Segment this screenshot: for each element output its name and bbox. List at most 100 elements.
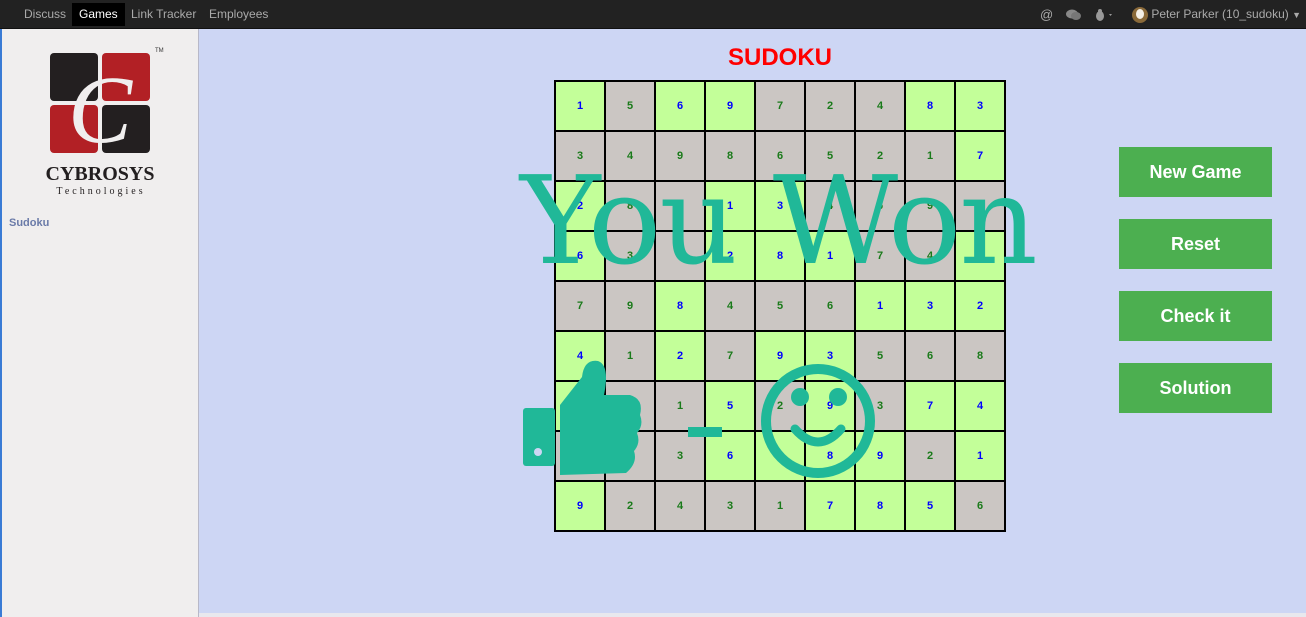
sudoku-cell[interactable]: 1 — [605, 331, 655, 381]
sudoku-cell: 9 — [805, 381, 855, 431]
sudoku-cell[interactable]: 9 — [905, 181, 955, 231]
sidebar-item-sudoku[interactable]: Sudoku — [9, 217, 49, 229]
sudoku-cell[interactable]: 5 — [955, 181, 1005, 231]
sudoku-cell[interactable]: 5 — [755, 281, 805, 331]
sudoku-cell[interactable]: 4 — [905, 231, 955, 281]
sudoku-cell[interactable]: 2 — [805, 81, 855, 131]
sudoku-cell[interactable]: 8 — [705, 131, 755, 181]
new-game-button[interactable]: New Game — [1119, 147, 1272, 197]
sidebar: C TM CYBROSYS Technologies Sudoku — [0, 29, 199, 617]
sudoku-cell[interactable]: 7 — [705, 331, 755, 381]
sudoku-cell[interactable]: 5 — [855, 331, 905, 381]
sudoku-cell: 8 — [805, 431, 855, 481]
sudoku-cell[interactable]: 5 — [605, 81, 655, 131]
sudoku-cell: 7 — [805, 481, 855, 531]
sudoku-cell[interactable]: 6 — [855, 181, 905, 231]
sudoku-cell: 3 — [755, 181, 805, 231]
sudoku-cell[interactable]: 4 — [655, 481, 705, 531]
sudoku-cell: 8 — [855, 481, 905, 531]
sudoku-cell: 3 — [955, 81, 1005, 131]
sudoku-cell[interactable]: 3 — [605, 231, 655, 281]
sudoku-cell[interactable]: 3 — [655, 431, 705, 481]
sudoku-cell[interactable]: 1 — [755, 481, 805, 531]
svg-text:TM: TM — [155, 48, 164, 54]
sudoku-cell: 6 — [655, 81, 705, 131]
sudoku-cell: 4 — [555, 331, 605, 381]
sudoku-cell: 2 — [655, 331, 705, 381]
sudoku-cell[interactable]: 5 — [655, 231, 705, 281]
sudoku-cell[interactable]: 3 — [705, 481, 755, 531]
sudoku-cell[interactable]: 9 — [605, 281, 655, 331]
nav-link-tracker[interactable]: Link Tracker — [124, 3, 203, 26]
sudoku-cell[interactable]: 2 — [855, 131, 905, 181]
sudoku-cell[interactable]: 7 — [855, 231, 905, 281]
sudoku-cell: 8 — [755, 231, 805, 281]
user-menu[interactable]: Peter Parker (10_sudoku) ▼ — [1132, 0, 1301, 29]
sudoku-grid: 1569724833498652172871346956352817497984… — [554, 80, 1006, 532]
check-it-button[interactable]: Check it — [1119, 291, 1272, 341]
page-title: SUDOKU — [727, 44, 832, 71]
reset-button[interactable]: Reset — [1119, 219, 1272, 269]
at-icon[interactable]: @ — [1040, 0, 1053, 29]
sudoku-cell[interactable]: 4 — [805, 181, 855, 231]
sudoku-cell[interactable]: 3 — [855, 381, 905, 431]
nav-games[interactable]: Games — [72, 3, 125, 26]
nav-discuss[interactable]: Discuss — [17, 3, 73, 26]
sudoku-cell: 9 — [705, 81, 755, 131]
sudoku-cell: 1 — [805, 231, 855, 281]
sudoku-cell: 4 — [755, 431, 805, 481]
sudoku-cell[interactable]: 7 — [655, 181, 705, 231]
svg-text:CYBROSYS: CYBROSYS — [46, 163, 155, 185]
sudoku-cell: 8 — [555, 381, 605, 431]
sudoku-cell: 7 — [955, 131, 1005, 181]
sudoku-cell[interactable]: 1 — [905, 131, 955, 181]
sudoku-cell: 2 — [955, 281, 1005, 331]
sudoku-cell[interactable]: 4 — [855, 81, 905, 131]
sudoku-cell[interactable]: 4 — [605, 131, 655, 181]
nav-employees[interactable]: Employees — [202, 3, 275, 26]
sudoku-cell: 3 — [905, 281, 955, 331]
bug-icon[interactable] — [1094, 0, 1116, 29]
sudoku-cell: 6 — [705, 431, 755, 481]
sudoku-cell[interactable]: 1 — [655, 381, 705, 431]
sudoku-cell: 1 — [855, 281, 905, 331]
solution-button[interactable]: Solution — [1119, 363, 1272, 413]
sudoku-cell: 9 — [755, 331, 805, 381]
sudoku-cell[interactable]: 8 — [605, 181, 655, 231]
sudoku-cell[interactable]: 6 — [755, 131, 805, 181]
sudoku-cell: 9 — [555, 481, 605, 531]
sudoku-cell: 2 — [705, 231, 755, 281]
footer-bar — [199, 613, 1306, 617]
sudoku-cell[interactable]: 2 — [605, 481, 655, 531]
sudoku-cell[interactable]: 6 — [805, 281, 855, 331]
sudoku-cell: 8 — [655, 281, 705, 331]
sudoku-cell[interactable]: 6 — [905, 331, 955, 381]
sudoku-cell[interactable]: 6 — [605, 381, 655, 431]
sudoku-cell: 1 — [955, 431, 1005, 481]
sudoku-cell[interactable]: 2 — [905, 431, 955, 481]
sudoku-cell[interactable]: 3 — [555, 131, 605, 181]
sudoku-cell[interactable]: 8 — [955, 331, 1005, 381]
sudoku-cell[interactable]: 9 — [655, 131, 705, 181]
sudoku-cell[interactable]: 7 — [605, 431, 655, 481]
chevron-down-icon: ▼ — [1292, 10, 1302, 20]
top-navbar: Discuss Games Link Tracker Employees @ P… — [0, 0, 1306, 29]
sudoku-cell[interactable]: 4 — [705, 281, 755, 331]
svg-text:C: C — [68, 56, 133, 163]
sudoku-cell[interactable]: 7 — [555, 281, 605, 331]
sudoku-cell[interactable]: 7 — [755, 81, 805, 131]
sudoku-cell: 1 — [555, 81, 605, 131]
sudoku-cell: 5 — [905, 481, 955, 531]
cybrosys-logo: C TM CYBROSYS Technologies — [40, 47, 165, 202]
sudoku-cell: 7 — [905, 381, 955, 431]
sudoku-cell[interactable]: 2 — [755, 381, 805, 431]
sudoku-cell: 5 — [705, 381, 755, 431]
sudoku-cell[interactable]: 5 — [555, 431, 605, 481]
chat-icon[interactable] — [1066, 0, 1082, 29]
sudoku-cell: 9 — [955, 231, 1005, 281]
sudoku-cell[interactable]: 6 — [955, 481, 1005, 531]
sudoku-cell: 2 — [555, 181, 605, 231]
sudoku-cell[interactable]: 5 — [805, 131, 855, 181]
avatar — [1132, 6, 1148, 23]
sudoku-cell: 3 — [805, 331, 855, 381]
